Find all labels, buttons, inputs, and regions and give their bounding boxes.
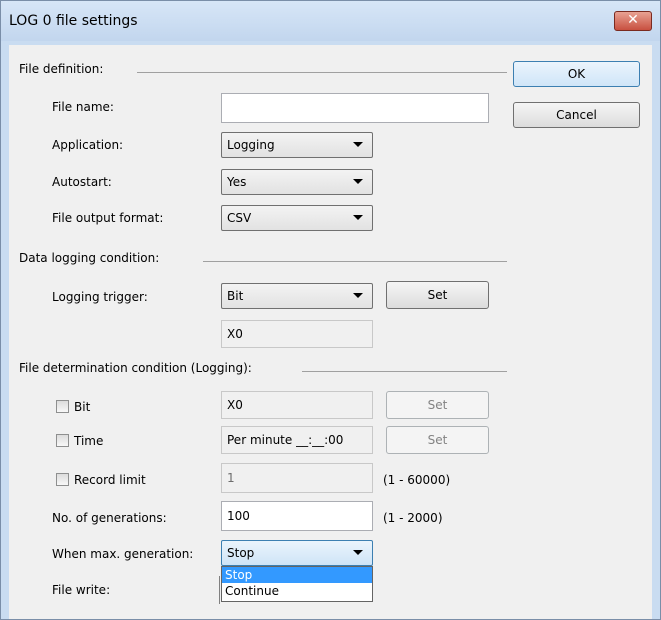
- logging-trigger-set-button[interactable]: Set: [386, 281, 489, 309]
- record-limit-checkbox[interactable]: [56, 473, 69, 486]
- chevron-down-icon: [353, 293, 363, 298]
- option-stop[interactable]: Stop: [222, 567, 372, 583]
- generations-field[interactable]: 100: [221, 501, 373, 531]
- autostart-value: Yes: [227, 175, 247, 189]
- time-checkbox[interactable]: [56, 434, 69, 447]
- file-output-format-label: File output format:: [52, 211, 164, 225]
- max-generation-dropdown-list: Stop Continue: [221, 566, 373, 602]
- title-bar[interactable]: LOG 0 file settings ✕: [1, 1, 660, 41]
- application-value: Logging: [227, 138, 275, 152]
- close-button[interactable]: ✕: [614, 11, 652, 31]
- file-name-field[interactable]: [221, 93, 489, 123]
- max-generation-select[interactable]: Stop: [221, 540, 373, 566]
- dialog-body: OK Cancel File definition: File name: Ap…: [9, 45, 652, 619]
- time-field: Per minute __:__:00: [221, 426, 373, 454]
- dialog-window: LOG 0 file settings ✕ OK Cancel File def…: [0, 0, 661, 620]
- logging-trigger-device: X0: [221, 320, 373, 348]
- autostart-label: Autostart:: [52, 175, 112, 189]
- cancel-button[interactable]: Cancel: [513, 102, 640, 128]
- data-logging-heading: Data logging condition:: [19, 251, 160, 265]
- file-output-format-value: CSV: [227, 211, 252, 225]
- separator: [302, 371, 507, 372]
- chevron-down-icon: [353, 215, 363, 220]
- bit-checkbox[interactable]: [56, 400, 69, 413]
- max-generation-label: When max. generation:: [52, 547, 194, 561]
- bit-label: Bit: [74, 400, 91, 414]
- window-title: LOG 0 file settings: [9, 13, 138, 29]
- file-determination-heading: File determination condition (Logging):: [19, 361, 252, 375]
- record-limit-range: (1 - 60000): [383, 473, 451, 487]
- separator: [137, 72, 507, 73]
- chevron-down-icon: [353, 142, 363, 147]
- file-definition-heading: File definition:: [19, 62, 104, 76]
- record-limit-field: 1: [221, 463, 373, 493]
- chevron-down-icon: [353, 179, 363, 184]
- generations-label: No. of generations:: [52, 511, 167, 525]
- close-icon: ✕: [627, 12, 639, 28]
- chevron-down-icon: [353, 550, 363, 555]
- file-name-label: File name:: [52, 100, 114, 114]
- divider: [219, 576, 220, 604]
- logging-trigger-label: Logging trigger:: [52, 290, 148, 304]
- generations-range: (1 - 2000): [383, 511, 443, 525]
- time-set-button[interactable]: Set: [386, 426, 489, 454]
- application-select[interactable]: Logging: [221, 132, 373, 158]
- application-label: Application:: [52, 138, 124, 152]
- record-limit-label: Record limit: [74, 473, 146, 487]
- max-generation-value: Stop: [227, 546, 255, 560]
- time-label: Time: [74, 434, 104, 448]
- separator: [203, 261, 507, 262]
- ok-button[interactable]: OK: [513, 61, 640, 87]
- bit-set-button[interactable]: Set: [386, 391, 489, 419]
- autostart-select[interactable]: Yes: [221, 169, 373, 195]
- option-continue[interactable]: Continue: [222, 583, 372, 599]
- logging-trigger-value: Bit: [227, 289, 244, 303]
- file-write-label: File write:: [52, 583, 111, 597]
- logging-trigger-select[interactable]: Bit: [221, 283, 373, 309]
- file-output-format-select[interactable]: CSV: [221, 205, 373, 231]
- bit-device-field: X0: [221, 391, 373, 419]
